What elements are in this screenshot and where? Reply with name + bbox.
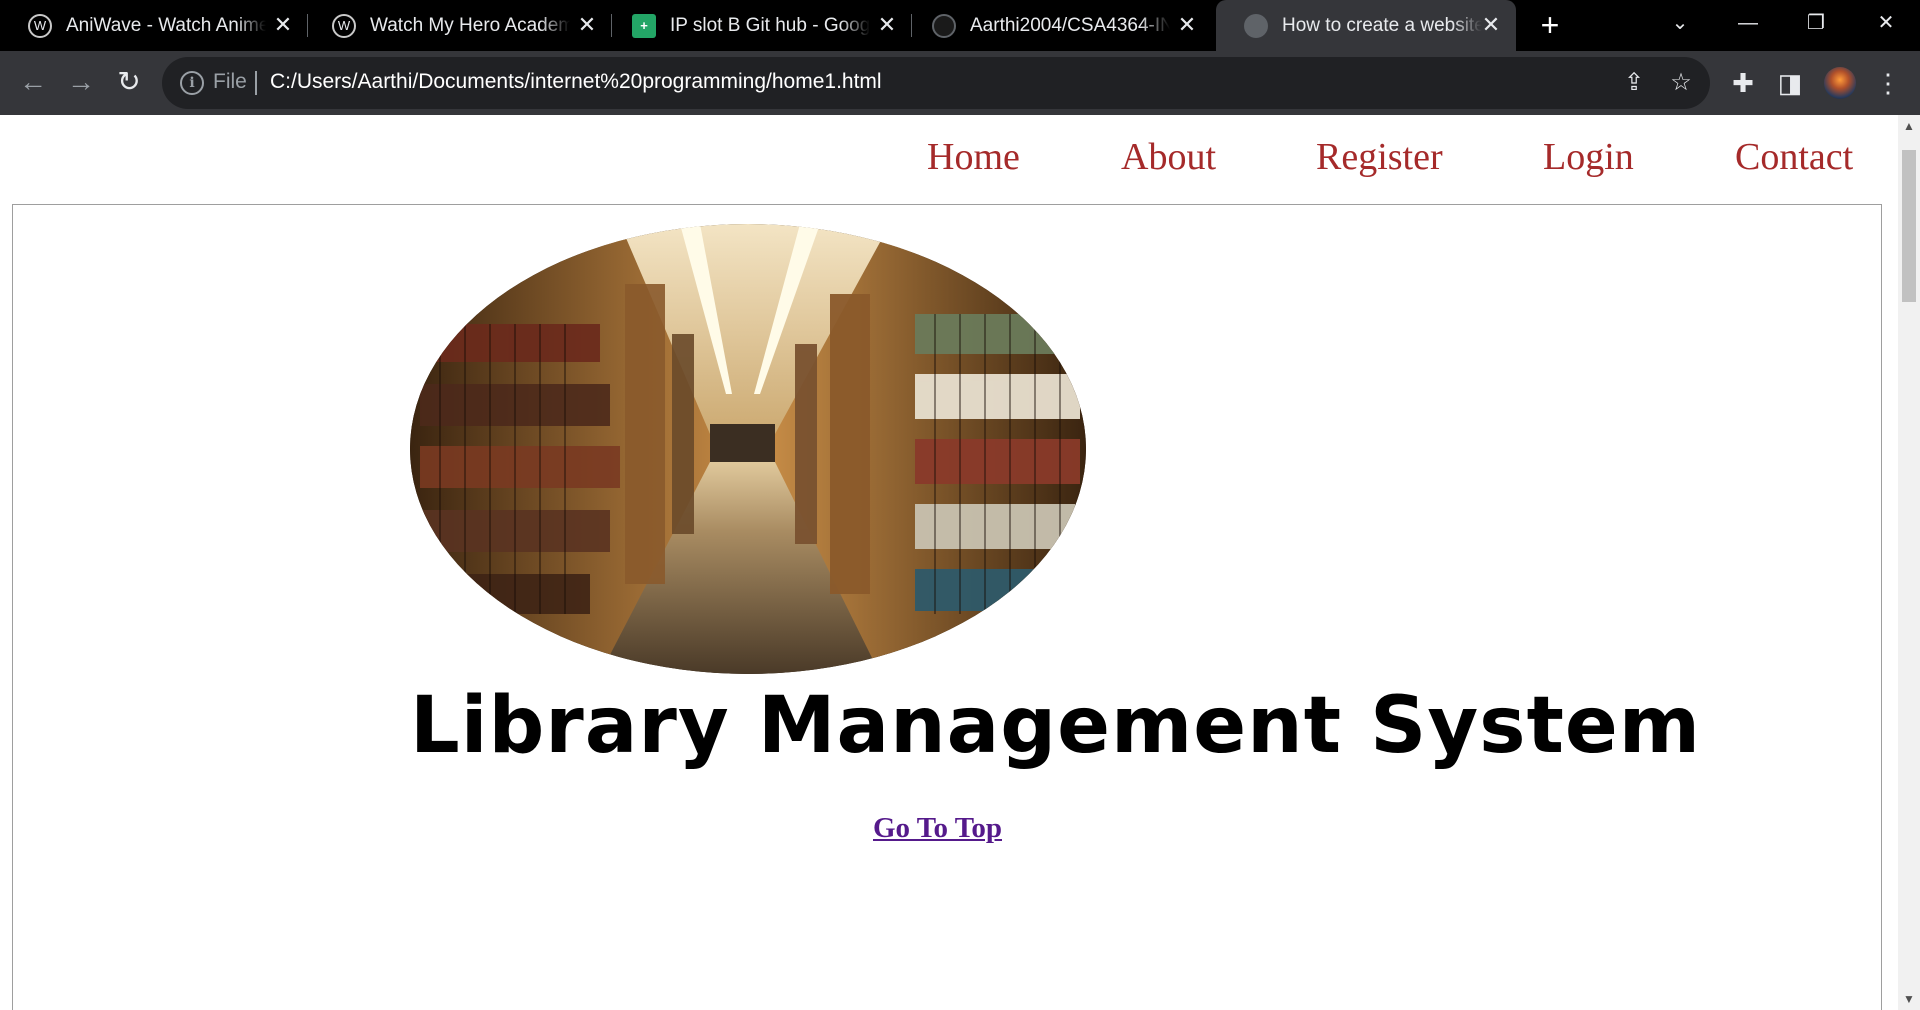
github-icon: [932, 13, 956, 38]
minimize-icon[interactable]: —: [1728, 8, 1768, 38]
url-text[interactable]: C:/Users/Aarthi/Documents/internet%20pro…: [270, 70, 882, 94]
extensions-puzzle-icon[interactable]: ✚: [1727, 67, 1759, 99]
browser-tab[interactable]: + IP slot B Git hub - Google Sheets ✕: [604, 0, 912, 51]
close-icon[interactable]: ✕: [576, 14, 598, 36]
bookmark-star-icon[interactable]: ☆: [1667, 69, 1695, 97]
scroll-up-arrow-icon[interactable]: ▲: [1898, 115, 1920, 137]
browser-tab-strip: W AniWave - Watch Anime Online ✕ W Watch…: [0, 0, 1920, 51]
globe-icon: [1244, 13, 1268, 38]
tab-search-icon[interactable]: ⌄: [1660, 8, 1700, 38]
close-icon[interactable]: ✕: [876, 14, 898, 36]
go-to-top-link[interactable]: Go To Top: [873, 812, 1002, 845]
profile-avatar[interactable]: [1824, 67, 1856, 99]
google-sheets-icon: +: [632, 13, 656, 38]
page-viewport: Home About Register Login Contact Librar…: [0, 115, 1898, 1010]
browser-tab[interactable]: Aarthi2004/CSA4364-INTERNET ✕: [904, 0, 1212, 51]
new-tab-button[interactable]: +: [1536, 9, 1564, 41]
address-divider: [255, 71, 257, 95]
tab-title: Aarthi2004/CSA4364-INTERNET: [970, 14, 1170, 36]
share-icon[interactable]: ⇪: [1620, 69, 1648, 97]
forward-arrow-icon[interactable]: →: [63, 65, 99, 101]
back-arrow-icon[interactable]: ←: [15, 65, 51, 101]
address-bar[interactable]: i File C:/Users/Aarthi/Documents/interne…: [162, 57, 1710, 109]
close-icon[interactable]: ✕: [272, 14, 294, 36]
side-panel-icon[interactable]: ◨: [1774, 67, 1806, 99]
browser-tab-active[interactable]: How to create a website ✕: [1216, 0, 1516, 51]
nav-home-link[interactable]: Home: [927, 135, 1020, 179]
close-icon[interactable]: ✕: [1480, 14, 1502, 36]
nav-register-link[interactable]: Register: [1316, 135, 1443, 179]
tab-title: Watch My Hero Academia: [370, 14, 570, 36]
reload-icon[interactable]: ↻: [111, 65, 147, 101]
nav-contact-link[interactable]: Contact: [1735, 135, 1853, 179]
aniwave-logo-icon: W: [332, 13, 356, 38]
site-nav: Home About Register Login Contact: [0, 115, 1898, 205]
browser-tab[interactable]: W Watch My Hero Academia ✕: [304, 0, 612, 51]
info-icon[interactable]: i: [180, 71, 204, 95]
page-title: Library Management System: [410, 681, 1702, 771]
nav-about-link[interactable]: About: [1121, 135, 1216, 179]
tab-title: How to create a website: [1282, 14, 1482, 36]
nav-login-link[interactable]: Login: [1543, 135, 1634, 179]
browser-toolbar: ← → ↻ i File C:/Users/Aarthi/Documents/i…: [0, 51, 1920, 115]
scheme-chip: File: [213, 70, 247, 93]
restore-icon[interactable]: ❐: [1796, 8, 1836, 38]
tab-title: IP slot B Git hub - Google Sheets: [670, 14, 870, 36]
tab-title: AniWave - Watch Anime Online: [66, 14, 266, 36]
close-icon[interactable]: ✕: [1176, 14, 1198, 36]
browser-tab[interactable]: W AniWave - Watch Anime Online ✕: [0, 0, 308, 51]
close-window-icon[interactable]: ✕: [1866, 8, 1906, 38]
vertical-scrollbar[interactable]: ▲ ▼: [1898, 115, 1920, 1010]
library-bookshelves-image: [410, 224, 1086, 674]
menu-kebab-icon[interactable]: ⋮: [1872, 67, 1904, 99]
scroll-down-arrow-icon[interactable]: ▼: [1898, 988, 1920, 1010]
aniwave-logo-icon: W: [28, 13, 52, 38]
scroll-thumb[interactable]: [1902, 150, 1916, 302]
